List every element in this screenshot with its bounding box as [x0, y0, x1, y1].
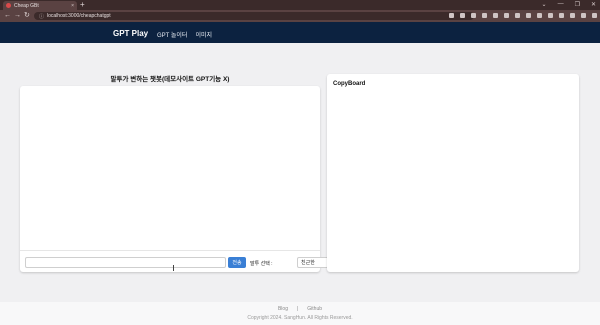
tone-selected-value: 친근한: [301, 260, 315, 266]
chat-input[interactable]: [25, 257, 226, 268]
copyboard-title: CopyBoard: [333, 81, 366, 87]
back-icon[interactable]: ←: [4, 12, 11, 20]
close-window-icon[interactable]: ✕: [591, 1, 596, 8]
footer-separator: |: [296, 306, 299, 312]
chat-message-area[interactable]: [20, 86, 320, 250]
footer-link-github[interactable]: Github: [307, 306, 322, 312]
bookmark-icon[interactable]: [482, 13, 487, 18]
nav-link-gpt-playground[interactable]: GPT 놀이터: [157, 30, 187, 39]
brand-logo[interactable]: GPT Play: [113, 29, 148, 38]
media-icon[interactable]: [559, 13, 564, 18]
footer-link-blog[interactable]: Blog: [278, 306, 288, 312]
tab-title: Cheap GBt: [14, 2, 39, 9]
url-text[interactable]: localhost:3000/cheapchatgpt: [47, 13, 111, 19]
side-panel-icon[interactable]: [581, 13, 586, 18]
extension-icon[interactable]: [504, 13, 509, 18]
text-cursor-icon: [173, 265, 175, 271]
minimize-icon[interactable]: —: [558, 1, 564, 8]
copyboard-panel: CopyBoard: [327, 74, 579, 272]
divider: [20, 250, 320, 251]
app-navbar: GPT Play GPT 놀이터 이미지: [0, 22, 600, 43]
extension-icon[interactable]: [526, 13, 531, 18]
favicon-icon: [6, 3, 11, 8]
reload-icon[interactable]: ↻: [24, 12, 30, 20]
share-icon[interactable]: [471, 13, 476, 18]
browser-tab-bar: Cheap GBt × + ⌄ — ❐ ✕: [0, 0, 600, 10]
chat-panel: 전송 말투 선택 : 친근한 ▼: [20, 86, 336, 272]
profile-avatar[interactable]: [592, 13, 597, 18]
forward-icon[interactable]: →: [14, 12, 21, 20]
footer-links: Blog | Github: [0, 306, 600, 312]
zoom-icon[interactable]: [460, 13, 465, 18]
extension-icon[interactable]: [515, 13, 520, 18]
site-info-icon[interactable]: ⓘ: [39, 13, 44, 20]
extension-icon[interactable]: [493, 13, 498, 18]
copyright-text: Copyright 2024. SangHun. All Rights Rese…: [247, 315, 353, 321]
restore-icon[interactable]: ❐: [575, 1, 580, 8]
footer: Blog | Github Copyright 2024. SangHun. A…: [0, 302, 600, 325]
chat-title: 말투가 변하는 챗봇(데모사이트 GPT기능 X): [110, 76, 230, 83]
extension-icons: [449, 13, 600, 18]
browser-tab[interactable]: Cheap GBt ×: [3, 1, 77, 10]
download-icon[interactable]: [570, 13, 575, 18]
nav-link-image[interactable]: 이미지: [195, 30, 212, 39]
address-bar[interactable]: ⓘ localhost:3000/cheapchatgpt: [34, 12, 474, 20]
install-app-icon[interactable]: [449, 13, 454, 18]
tab-search-icon[interactable]: ⌄: [542, 1, 547, 8]
extension-icon[interactable]: [537, 13, 542, 18]
send-button[interactable]: 전송: [228, 257, 246, 268]
browser-toolbar: ← → ↻ ⓘ localhost:3000/cheapchatgpt: [0, 10, 600, 22]
nav-links: GPT 놀이터 이미지: [157, 30, 212, 39]
tab-close-icon[interactable]: ×: [71, 3, 74, 9]
new-tab-button[interactable]: +: [80, 1, 85, 9]
extensions-puzzle-icon[interactable]: [548, 13, 553, 18]
tone-select-label: 말투 선택 :: [250, 261, 273, 267]
window-controls: ⌄ — ❐ ✕: [542, 1, 596, 8]
